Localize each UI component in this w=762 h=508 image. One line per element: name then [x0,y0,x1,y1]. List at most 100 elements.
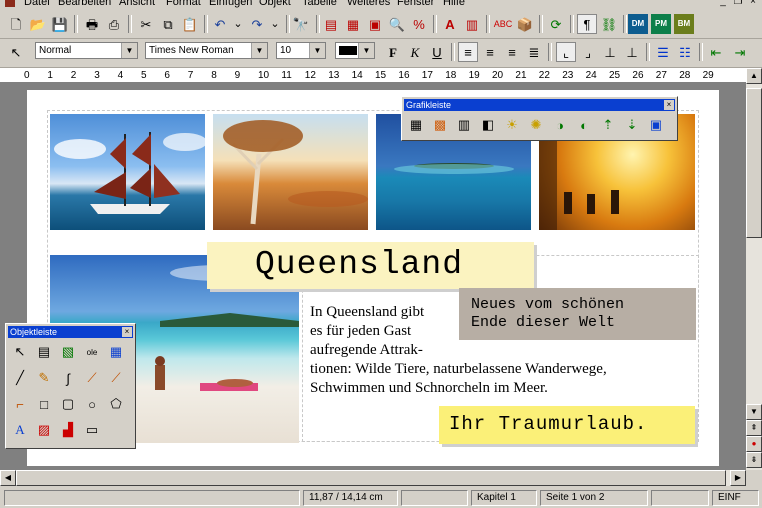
underline-icon[interactable]: U [427,42,447,62]
ellipse-tool-icon[interactable]: ○ [82,394,102,414]
gamma-down-icon[interactable]: ⇣ [622,115,642,135]
horizontal-scrollbar[interactable]: ◀ ▶ [0,470,746,486]
outdent-icon[interactable]: ⇤ [706,42,726,62]
menu-einfuegen[interactable]: Format [166,0,201,8]
title-frame[interactable]: Queensland [207,242,534,289]
minimize-icon[interactable]: _ [716,0,730,7]
bold-icon[interactable]: F [383,42,403,62]
new-document-icon[interactable]: 🗋 [6,14,26,34]
print-icon[interactable]: 🖶 [82,14,102,34]
paste-icon[interactable]: 📋 [180,14,200,34]
palette-title-bar[interactable]: Grafikleiste × [404,99,675,111]
show-formatting-icon[interactable]: ¶ [577,14,597,34]
connector-tool-2-icon[interactable]: ⟋ [106,368,126,388]
tab-left-icon[interactable]: ⌞ [556,42,576,62]
text-art-icon[interactable]: A [10,420,30,440]
chevron-down-icon[interactable]: ▼ [251,43,267,58]
table-frame-icon[interactable]: ▦ [106,342,126,362]
form-field-icon[interactable]: ▭ [82,420,102,440]
ole-frame-icon[interactable]: ole [82,342,102,362]
undo-dropdown-icon[interactable]: ⌄ [230,14,246,34]
menu-datei[interactable]: Datei [24,0,50,8]
app-icon[interactable] [5,0,15,7]
close-icon[interactable]: × [746,0,760,7]
font-size-select[interactable]: 10 ▼ [276,42,326,59]
body-text-line[interactable]: tionen: Wilde Tiere, naturbelassene Wand… [310,361,607,378]
tab-right-icon[interactable]: ⌟ [578,42,598,62]
align-center-icon[interactable]: ≡ [480,42,500,62]
polygon-tool-icon[interactable]: ⬠ [106,394,126,414]
italic-icon[interactable]: K [405,42,425,62]
bullet-list-icon[interactable]: ☰ [653,42,673,62]
refresh-icon[interactable]: ⟳ [546,14,566,34]
page-down-icon[interactable]: ⇟ [746,452,762,468]
align-right-icon[interactable]: ≡ [502,42,522,62]
palette-title-bar[interactable]: Objektleiste × [8,326,133,338]
slogan-frame[interactable]: Ihr Traumurlaub. [439,406,695,444]
close-icon[interactable]: × [664,100,674,110]
brightness-down-icon[interactable]: ✺ [526,115,546,135]
scroll-up-icon[interactable]: ▲ [746,68,762,84]
subtitle-frame[interactable]: Neues vom schönen Ende dieser Welt [459,288,696,340]
image-select-icon[interactable]: ▦ [406,115,426,135]
line-tool-icon[interactable]: ╱ [10,368,30,388]
grayscale-icon[interactable]: ▥ [454,115,474,135]
pm-button[interactable]: PM [651,14,671,34]
insert-object-icon[interactable]: ▥ [462,14,482,34]
style-select[interactable]: Normal ▼ [35,42,138,59]
tab-decimal-icon[interactable]: ⊥ [622,42,642,62]
align-left-icon[interactable]: ≡ [458,42,478,62]
tab-center-icon[interactable]: ⊥ [600,42,620,62]
contrast-down-icon[interactable]: ◐ [574,115,594,135]
close-icon[interactable]: × [122,327,132,337]
bm-button[interactable]: BM [674,14,694,34]
find-binoculars-icon[interactable]: 🔭 [291,14,311,34]
scroll-down-icon[interactable]: ▼ [746,404,762,420]
connector-tool-icon[interactable]: ⟋ [82,368,102,388]
copy-icon[interactable]: ⧉ [158,14,178,34]
text-frame-icon[interactable]: ▤ [34,342,54,362]
menu-weiteres[interactable]: Weiteres [347,0,390,8]
horizontal-ruler[interactable]: 0 1 2 3 4 5 6 7 8 9 10 11 12 13 14 15 16 17 18 19 20 21 22 23 24… [0,68,747,83]
scroll-right-icon[interactable]: ▶ [730,470,746,486]
undo-icon[interactable]: ↶ [210,14,230,34]
brightness-up-icon[interactable]: ☀ [502,115,522,135]
insert-field-icon[interactable]: ▤ [321,14,341,34]
elbow-connector-icon[interactable]: ⌐ [10,394,30,414]
insert-table-icon[interactable]: ▦ [343,14,363,34]
font-select[interactable]: Times New Roman ▼ [145,42,268,59]
cut-icon[interactable]: ✂ [136,14,156,34]
gamma-up-icon[interactable]: ⇡ [598,115,618,135]
numbered-list-icon[interactable]: ☷ [675,42,695,62]
menu-ansicht[interactable]: Ansicht [119,0,155,8]
body-text-line[interactable]: In Queensland gibt [310,304,424,321]
invert-icon[interactable]: ◧ [478,115,498,135]
menu-tabelle[interactable]: Tabelle [302,0,337,8]
menu-format[interactable]: Einfügen [209,0,252,8]
body-text-line[interactable]: es für jeden Gast [310,323,411,340]
curve-tool-icon[interactable]: ∫ [58,368,78,388]
scroll-left-icon[interactable]: ◀ [0,470,16,486]
thesaurus-icon[interactable]: 📦 [515,14,535,34]
pen-tool-icon[interactable]: ✎ [34,368,54,388]
font-icon[interactable]: A [440,14,460,34]
picture-frame-icon[interactable]: ▧ [58,342,78,362]
print-preview-icon[interactable]: ⎙ [104,14,124,34]
page-up-icon[interactable]: ⇞ [746,420,762,436]
chart-frame-icon[interactable]: ▟ [58,420,78,440]
rectangle-tool-icon[interactable]: □ [34,394,54,414]
vertical-scrollbar[interactable]: ▲ ▼ ⇞ ● ⇟ [746,68,762,470]
restore-icon[interactable]: ❐ [731,0,745,7]
select-arrow-icon[interactable]: ↖ [10,342,30,362]
body-text-line[interactable]: aufregende Attrak- [310,342,423,359]
navigator-dot-icon[interactable]: ● [746,436,762,452]
redo-icon[interactable]: ↷ [247,14,267,34]
percent-zoom-icon[interactable]: % [409,14,429,34]
menu-bearbeiten[interactable]: Bearbeiten [58,0,111,8]
indent-icon[interactable]: ⇥ [730,42,750,62]
menu-objekt[interactable]: Objekt [259,0,291,8]
open-folder-icon[interactable]: 📂 [28,14,48,34]
chevron-down-icon[interactable]: ▼ [309,43,325,58]
body-text-line[interactable]: Schwimmen und Schnorcheln im Meer. [310,380,548,397]
scroll-thumb[interactable] [746,88,762,238]
